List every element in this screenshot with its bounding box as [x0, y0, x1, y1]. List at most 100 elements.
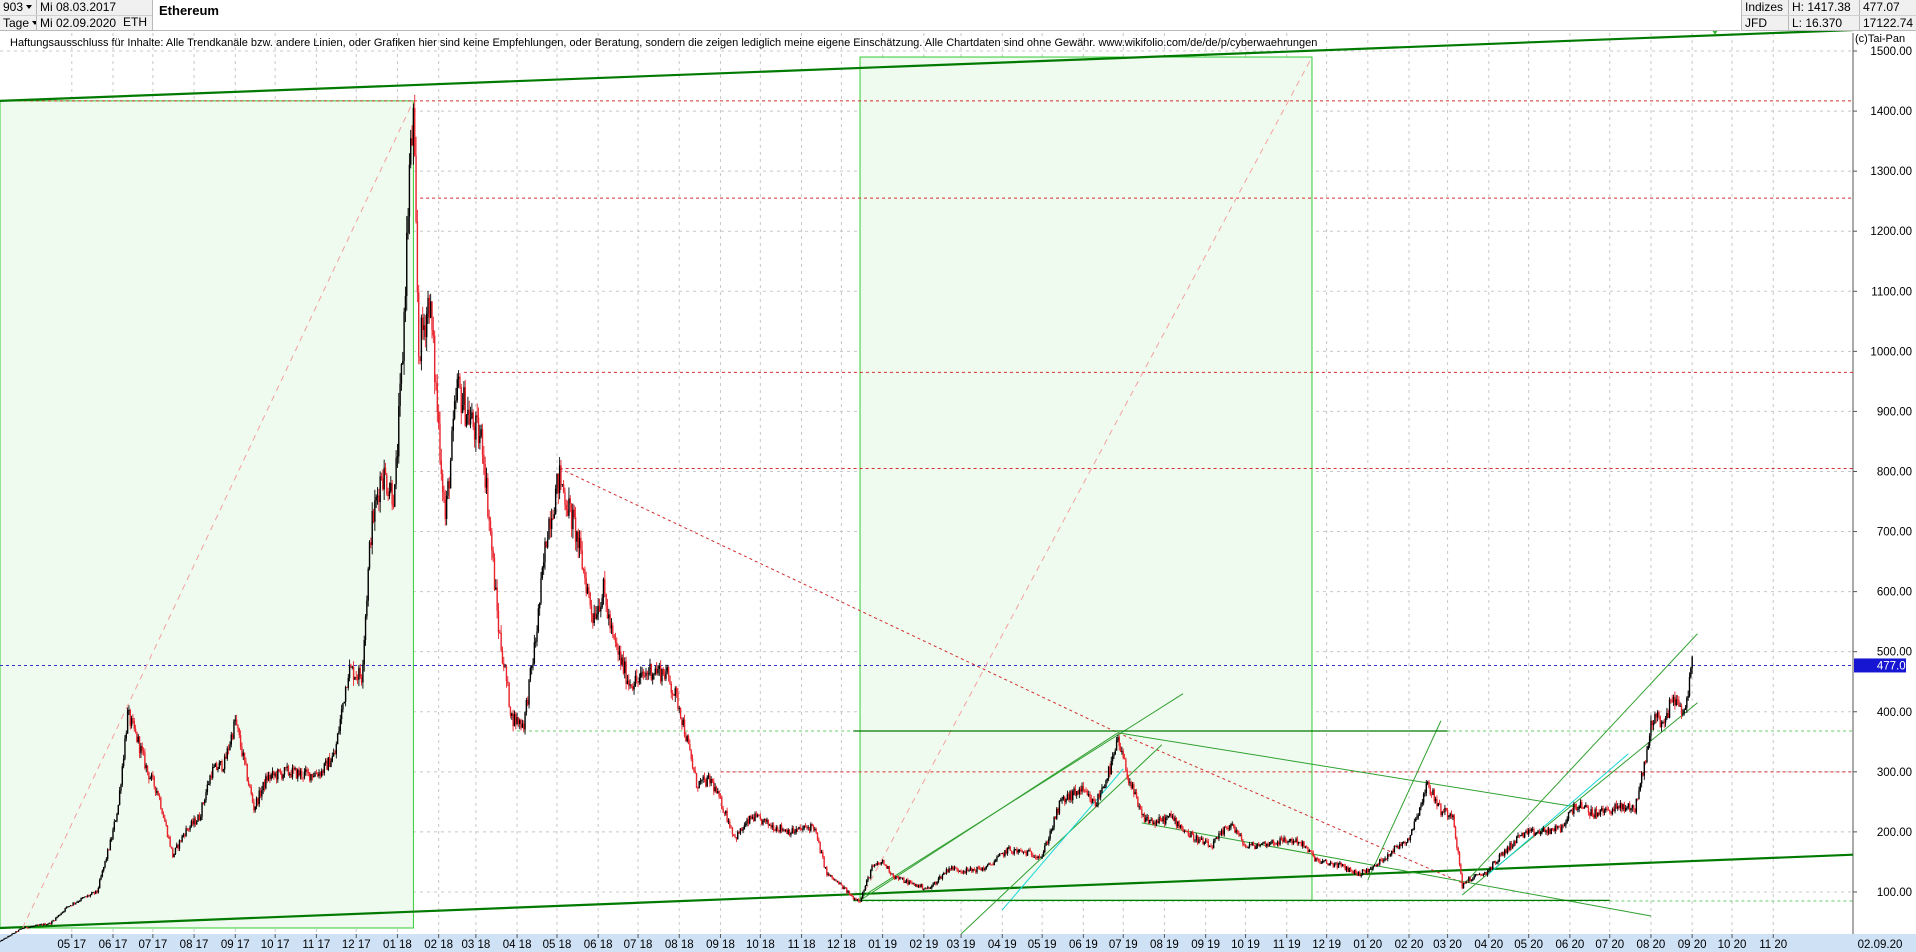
- candle-body: [899, 877, 901, 880]
- candle-body: [142, 750, 145, 753]
- candle-body: [251, 793, 254, 803]
- candle-body: [1537, 831, 1539, 833]
- candle-body: [1142, 814, 1144, 816]
- x-tick-label: 09 20: [1678, 939, 1707, 951]
- candle-body: [100, 876, 102, 880]
- candle-body: [451, 430, 453, 461]
- candle-body: [269, 774, 271, 779]
- candle-body: [970, 867, 973, 872]
- candle: [1137, 796, 1139, 808]
- candle-body: [55, 917, 57, 921]
- candle-body: [540, 578, 542, 603]
- candle: [819, 841, 821, 854]
- candle-body: [915, 884, 917, 886]
- candle-body: [1595, 809, 1598, 817]
- candle-body: [1640, 772, 1643, 784]
- candle: [1307, 846, 1309, 853]
- candle-body: [722, 808, 724, 813]
- candle-body: [1559, 827, 1562, 833]
- candle: [161, 808, 163, 815]
- candle-body: [97, 887, 100, 893]
- candle-body: [1628, 803, 1631, 811]
- candle-body: [901, 878, 904, 880]
- candle-body: [1223, 826, 1225, 835]
- x-tick-label: 08 20: [1637, 939, 1666, 951]
- candle-body: [745, 823, 747, 826]
- bar-count[interactable]: 903: [0, 0, 37, 15]
- candle: [861, 891, 864, 899]
- candle-body: [1469, 877, 1471, 882]
- candle-body: [859, 901, 861, 903]
- candle-body: [315, 772, 318, 775]
- candle-body: [673, 694, 675, 696]
- candle-body: [1506, 847, 1509, 854]
- candle-body: [1410, 829, 1413, 835]
- exchange-label: JFD: [1742, 16, 1789, 31]
- candle-body: [1299, 842, 1301, 844]
- candle-body: [1105, 780, 1107, 787]
- candle-body: [1547, 828, 1550, 834]
- last-price-tag-label: 477.07: [1877, 660, 1912, 672]
- candle-body: [949, 868, 952, 870]
- candle-body: [1383, 860, 1385, 862]
- candle-body: [210, 775, 213, 778]
- candle-body: [854, 898, 856, 900]
- candle-body: [1573, 804, 1575, 814]
- y-tick-label: 800.00: [1877, 466, 1912, 478]
- candle-body: [1202, 838, 1204, 845]
- candle-body: [436, 383, 439, 413]
- candle-body: [702, 776, 704, 780]
- candle-body: [371, 511, 373, 546]
- candle-body: [286, 766, 288, 768]
- candle-body: [1040, 856, 1042, 858]
- candle-body: [469, 418, 472, 425]
- candle-body: [1110, 761, 1112, 775]
- candle-body: [523, 723, 525, 730]
- candle-body: [1328, 863, 1330, 866]
- candle-body: [332, 752, 335, 757]
- candle-body: [756, 815, 759, 817]
- candle-body: [685, 735, 687, 742]
- candle-body: [512, 713, 514, 727]
- candle-body: [1303, 841, 1305, 848]
- candle-body: [246, 764, 248, 781]
- candle-body: [429, 301, 432, 318]
- candle-body: [701, 779, 703, 781]
- candle-body: [778, 830, 780, 832]
- x-tick-label: 02.09.20: [1858, 939, 1903, 951]
- candle-body: [1316, 858, 1319, 860]
- candle-body: [1262, 842, 1264, 844]
- period-selector[interactable]: Tage: [0, 16, 37, 31]
- candle-body: [1652, 723, 1655, 726]
- candle: [1393, 845, 1396, 853]
- price-chart[interactable]: 100.00 200.00 300.00 400.00 500.00 600.00 700.…: [0, 0, 1916, 952]
- candle-body: [489, 520, 492, 533]
- end-date[interactable]: Mi 02.09.2020: [37, 16, 119, 31]
- candle: [1361, 869, 1364, 876]
- candle-body: [114, 820, 117, 822]
- candle: [900, 877, 902, 879]
- candle-body: [782, 829, 784, 831]
- candle-body: [483, 454, 485, 465]
- candle-body: [1454, 826, 1457, 839]
- candle-body: [243, 752, 246, 762]
- candle-body: [1077, 791, 1079, 795]
- candle: [541, 565, 544, 581]
- candle-body: [967, 868, 969, 871]
- candle-body: [929, 888, 932, 890]
- candle-body: [1106, 778, 1108, 781]
- candle-body: [170, 846, 173, 849]
- candle-body: [378, 495, 380, 503]
- candle-body: [533, 642, 536, 664]
- candle-body: [1609, 810, 1611, 813]
- candle-body: [625, 661, 627, 684]
- candle-body: [584, 569, 586, 579]
- candle-body: [129, 710, 131, 726]
- candle-body: [379, 476, 381, 503]
- candle-body: [1194, 839, 1196, 841]
- candle: [20, 928, 22, 930]
- start-date[interactable]: Mi 08.03.2017: [37, 0, 119, 15]
- candle-body: [178, 840, 181, 849]
- candle-body: [1462, 882, 1465, 889]
- candle-body: [255, 798, 258, 807]
